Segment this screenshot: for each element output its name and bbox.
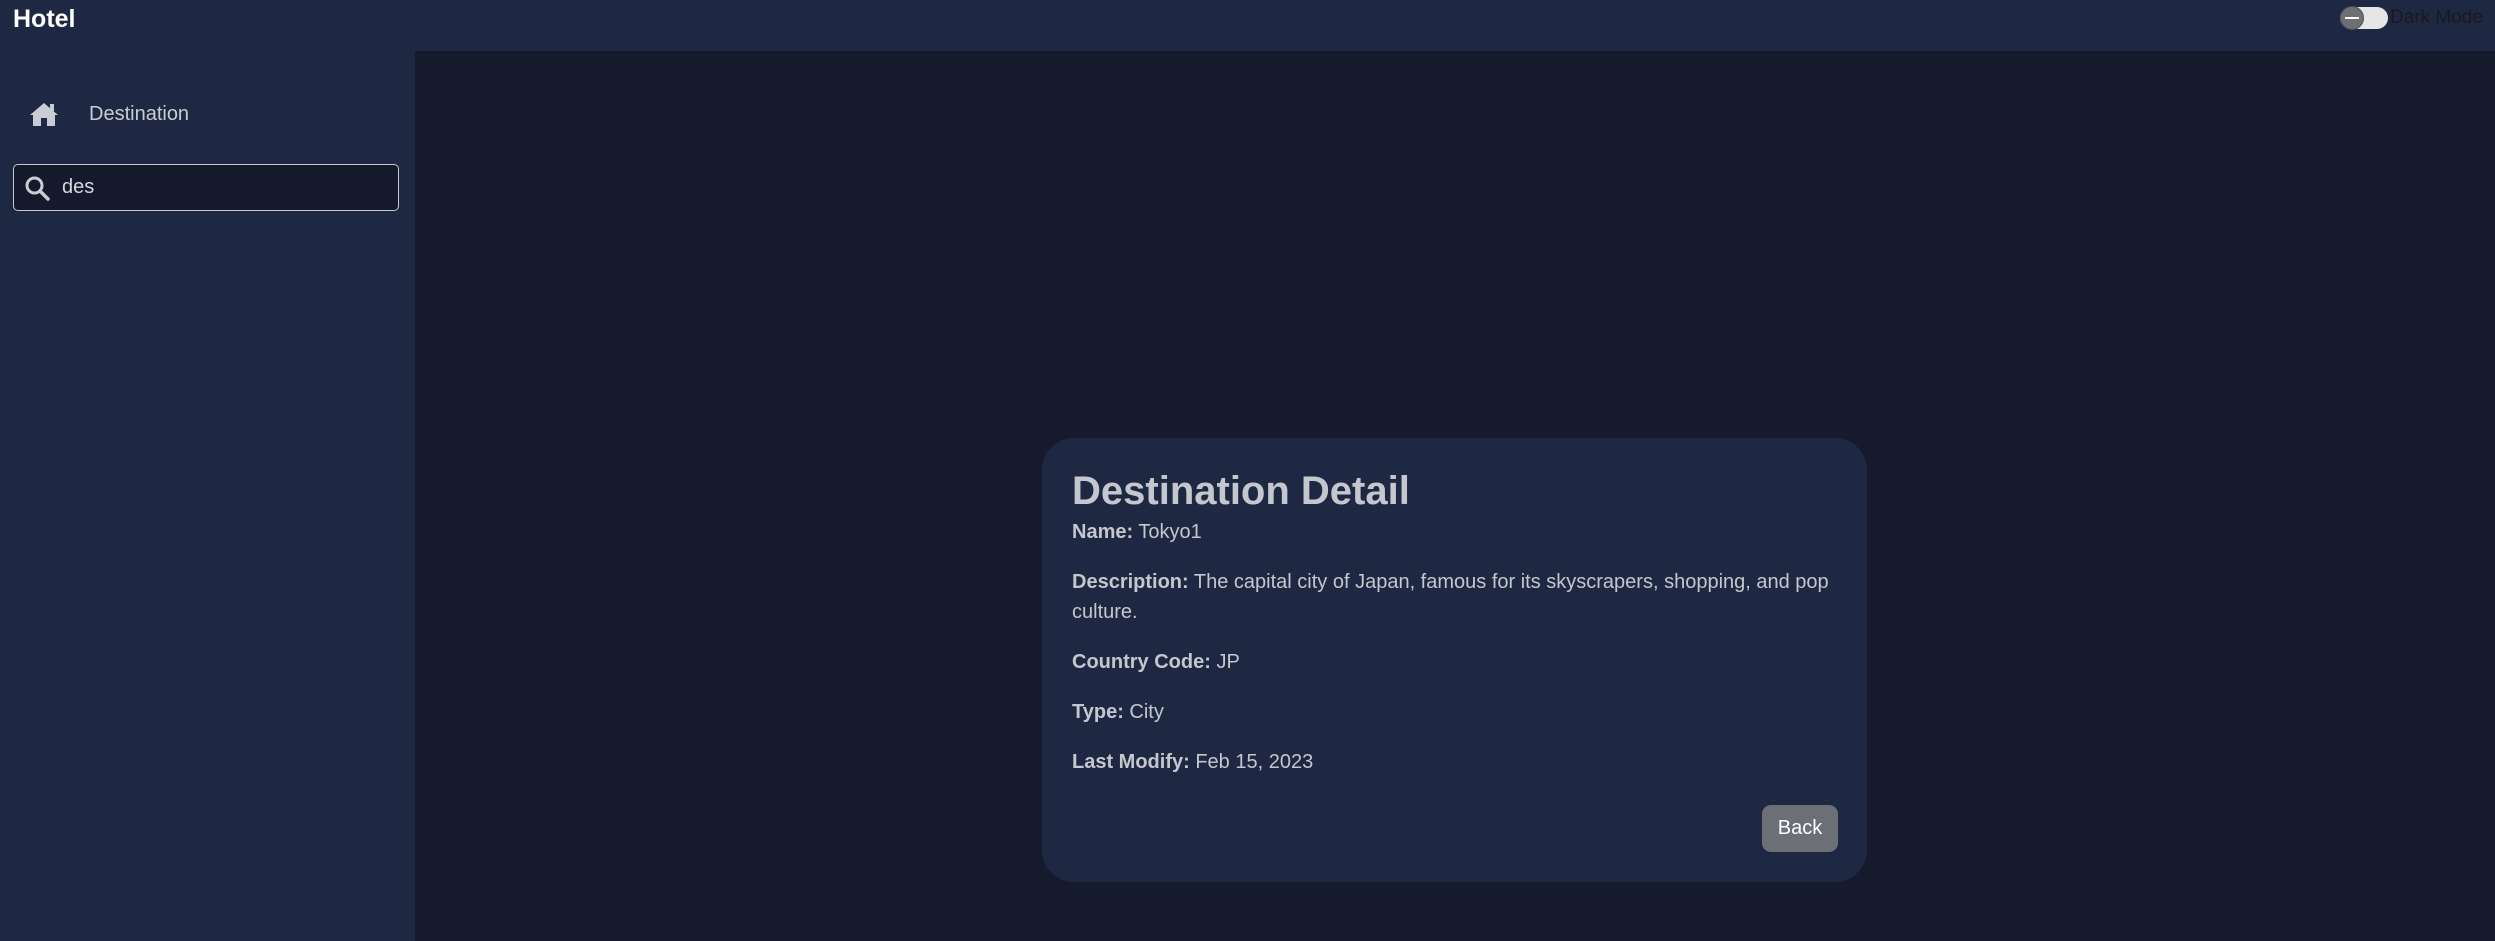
- search-input[interactable]: [60, 172, 380, 203]
- name-field: Name: Tokyo1: [1072, 517, 1202, 547]
- sidebar: Destination: [0, 51, 415, 941]
- type-label: Type:: [1072, 701, 1124, 723]
- type-value: City: [1129, 701, 1164, 723]
- type-field: Type: City: [1072, 697, 1164, 727]
- country-code-field: Country Code: JP: [1072, 647, 1240, 677]
- last-modify-field: Last Modify: Feb 15, 2023: [1072, 747, 1313, 777]
- search-icon: [24, 175, 50, 201]
- dark-mode-label[interactable]: Dark Mode: [2390, 7, 2483, 29]
- sidebar-item-label: Destination: [89, 102, 190, 125]
- name-value: Tokyo1: [1138, 521, 1202, 543]
- sidebar-item-destination[interactable]: Destination: [29, 101, 189, 127]
- description-label: Description:: [1072, 571, 1189, 593]
- name-label: Name:: [1072, 521, 1134, 543]
- country-code-label: Country Code:: [1072, 651, 1211, 673]
- toggle-knob[interactable]: [2340, 6, 2364, 30]
- country-code-value: JP: [1216, 651, 1240, 673]
- back-button[interactable]: Back: [1762, 805, 1838, 852]
- last-modify-value: Feb 15, 2023: [1195, 751, 1314, 773]
- home-icon: [29, 101, 59, 127]
- top-bar: Hotel Dark Mode: [0, 0, 2495, 51]
- last-modify-label: Last Modify:: [1072, 751, 1190, 773]
- destination-detail-card: Destination Detail Name: Tokyo1 Descript…: [1042, 438, 1867, 882]
- search-box[interactable]: [13, 164, 399, 211]
- app-title: Hotel: [13, 5, 76, 33]
- toggle-switch-icon[interactable]: [2340, 6, 2388, 30]
- page-title: Destination Detail: [1072, 469, 1410, 513]
- description-field: Description: The capital city of Japan, …: [1072, 567, 1842, 627]
- dark-mode-toggle[interactable]: Dark Mode: [2340, 6, 2483, 30]
